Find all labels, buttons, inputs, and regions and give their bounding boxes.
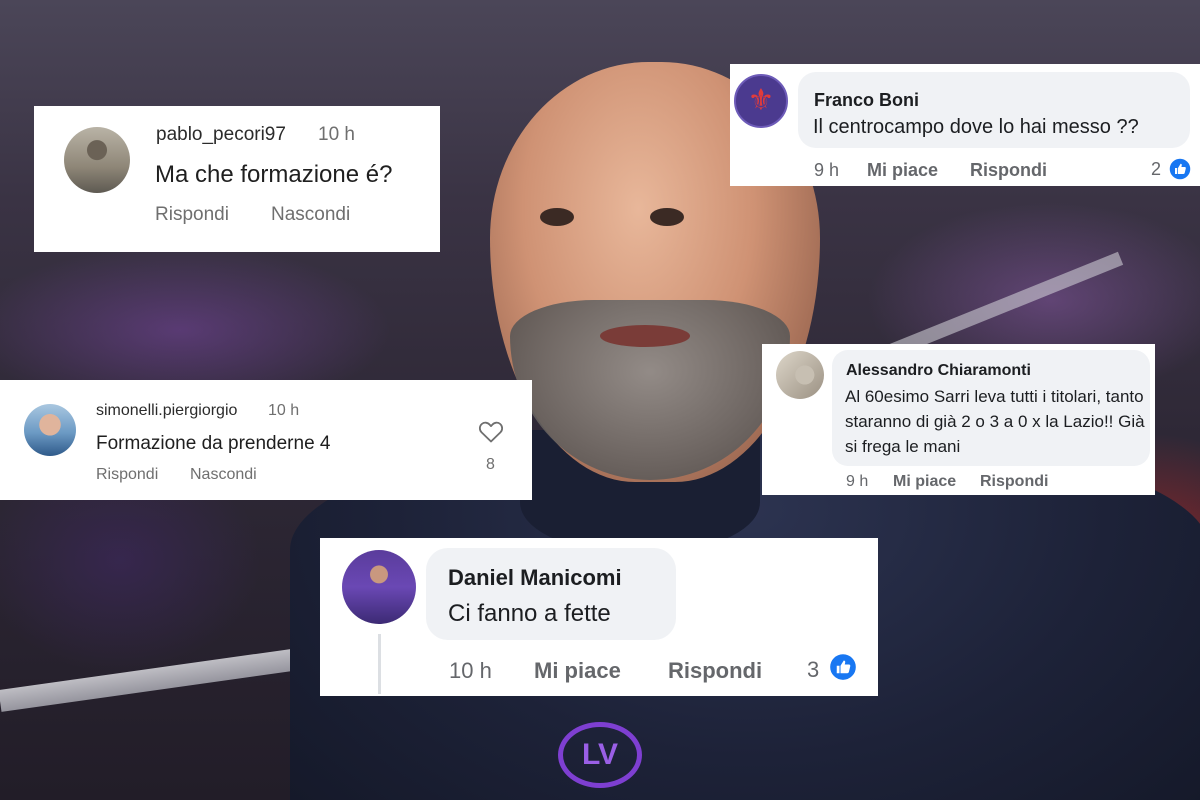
- comment-time: 10 h: [268, 402, 300, 419]
- comment-username[interactable]: simonelli.piergiorgio: [96, 402, 237, 420]
- comment-time[interactable]: 9 h: [846, 473, 868, 491]
- comment-username[interactable]: Franco Boni: [814, 90, 919, 111]
- comment-time[interactable]: 10 h: [449, 658, 492, 684]
- avatar[interactable]: [734, 74, 788, 128]
- fiorentina-crest: LV: [558, 722, 642, 788]
- thumbs-up-icon: [828, 652, 858, 682]
- like-button[interactable]: Mi piace: [534, 658, 621, 684]
- hide-button[interactable]: Nascondi: [271, 204, 350, 226]
- hide-button[interactable]: Nascondi: [190, 466, 257, 484]
- comment-text: Il centrocampo dove lo hai messo ??: [813, 116, 1139, 138]
- coach-eye: [540, 208, 574, 226]
- comment-card-simonelli: simonelli.piergiorgio 10 h Formazione da…: [0, 380, 532, 500]
- thumbs-up-icon: [1168, 157, 1192, 181]
- avatar[interactable]: [24, 404, 76, 456]
- coach-eye: [650, 208, 684, 226]
- comment-card-alessandro: Alessandro Chiaramonti Al 60esimo Sarri …: [762, 344, 1155, 495]
- coach-mouth: [600, 325, 690, 347]
- avatar[interactable]: [342, 550, 416, 624]
- avatar[interactable]: [776, 351, 824, 399]
- comment-text: Ci fanno a fette: [448, 600, 611, 627]
- comment-username[interactable]: Alessandro Chiaramonti: [846, 362, 1031, 380]
- comment-card-daniel: Daniel Manicomi Ci fanno a fette 10 h Mi…: [320, 538, 878, 696]
- comment-time: 10 h: [318, 124, 355, 145]
- like-button[interactable]: Mi piace: [893, 473, 956, 491]
- reaction-count[interactable]: 3: [807, 657, 819, 683]
- reaction-count[interactable]: 2: [1151, 159, 1161, 180]
- comment-text: Ma che formazione é?: [155, 161, 393, 188]
- like-button[interactable]: Mi piace: [867, 160, 938, 181]
- avatar[interactable]: [64, 127, 130, 193]
- comment-username[interactable]: Daniel Manicomi: [448, 565, 622, 591]
- comment-card-pablo: pablo_pecori97 10 h Ma che formazione é?…: [34, 106, 440, 252]
- comment-time[interactable]: 9 h: [814, 160, 839, 181]
- reply-button[interactable]: Rispondi: [155, 204, 229, 226]
- reply-button[interactable]: Rispondi: [96, 466, 158, 484]
- heart-icon[interactable]: [478, 420, 504, 444]
- reply-button[interactable]: Rispondi: [970, 160, 1047, 181]
- comment-text: Formazione da prenderne 4: [96, 433, 331, 454]
- comment-card-franco: Franco Boni Il centrocampo dove lo hai m…: [730, 64, 1200, 186]
- comment-username[interactable]: pablo_pecori97: [156, 124, 286, 146]
- reply-button[interactable]: Rispondi: [668, 658, 762, 684]
- reply-thread-line: [378, 634, 381, 694]
- heart-count: 8: [486, 456, 495, 473]
- reply-button[interactable]: Rispondi: [980, 473, 1048, 491]
- comment-text: Al 60esimo Sarri leva tutti i titolari, …: [845, 387, 1145, 456]
